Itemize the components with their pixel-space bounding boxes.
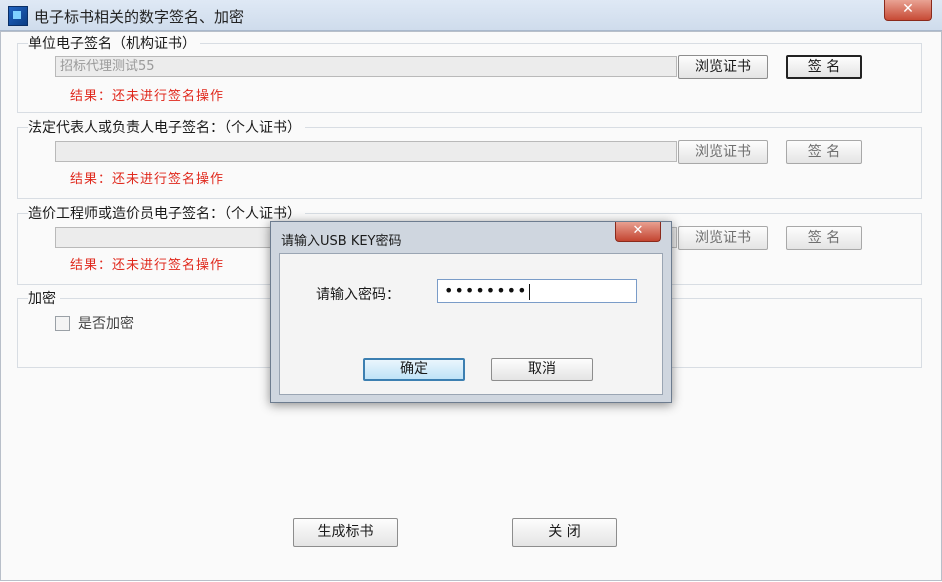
window-titlebar: 电子标书相关的数字签名、加密 ✕ [0, 0, 942, 31]
dialog-body: 请输入密码： •••••••• 确定 取消 [279, 253, 663, 395]
encrypt-label: 加密 [28, 288, 60, 308]
cancel-button[interactable]: 取消 [491, 358, 593, 381]
org-signature-label: 单位电子签名（机构证书） [28, 33, 200, 53]
org-cert-field[interactable]: 招标代理测试55 [55, 56, 677, 77]
cost-result-text: 结果：还未进行签名操作 [70, 258, 225, 273]
legal-browse-cert-button[interactable]: 浏览证书 [678, 140, 768, 164]
text-caret [528, 283, 530, 300]
password-mask: •••••••• [444, 281, 528, 300]
ok-button[interactable]: 确定 [363, 358, 465, 381]
close-button[interactable]: 关 闭 [512, 518, 617, 547]
encrypt-checkbox[interactable] [55, 316, 70, 331]
org-sign-button[interactable]: 签 名 [786, 55, 862, 79]
cost-browse-cert-button[interactable]: 浏览证书 [678, 226, 768, 250]
org-browse-cert-button[interactable]: 浏览证书 [678, 55, 768, 79]
usb-key-password-dialog: 请输入USB KEY密码 ✕ 请输入密码： •••••••• 确定 取消 [270, 221, 672, 403]
dialog-title: 请输入USB KEY密码 [281, 234, 402, 249]
app-icon [8, 6, 28, 26]
password-label: 请输入密码： [316, 287, 400, 303]
legal-signature-label: 法定代表人或负责人电子签名：（个人证书） [28, 117, 305, 137]
legal-result-text: 结果：还未进行签名操作 [70, 172, 225, 187]
cost-signature-label: 造价工程师或造价员电子签名：（个人证书） [28, 203, 305, 223]
window-close-button[interactable]: ✕ [884, 0, 932, 21]
legal-cert-field[interactable] [55, 141, 677, 162]
generate-bid-button[interactable]: 生成标书 [293, 518, 398, 547]
cost-sign-button[interactable]: 签 名 [786, 226, 862, 250]
legal-sign-button[interactable]: 签 名 [786, 140, 862, 164]
dialog-close-button[interactable]: ✕ [615, 222, 661, 242]
encrypt-checkbox-label: 是否加密 [78, 316, 134, 332]
password-input[interactable]: •••••••• [437, 279, 637, 303]
org-result-text: 结果：还未进行签名操作 [70, 89, 225, 104]
window-title: 电子标书相关的数字签名、加密 [34, 8, 245, 26]
